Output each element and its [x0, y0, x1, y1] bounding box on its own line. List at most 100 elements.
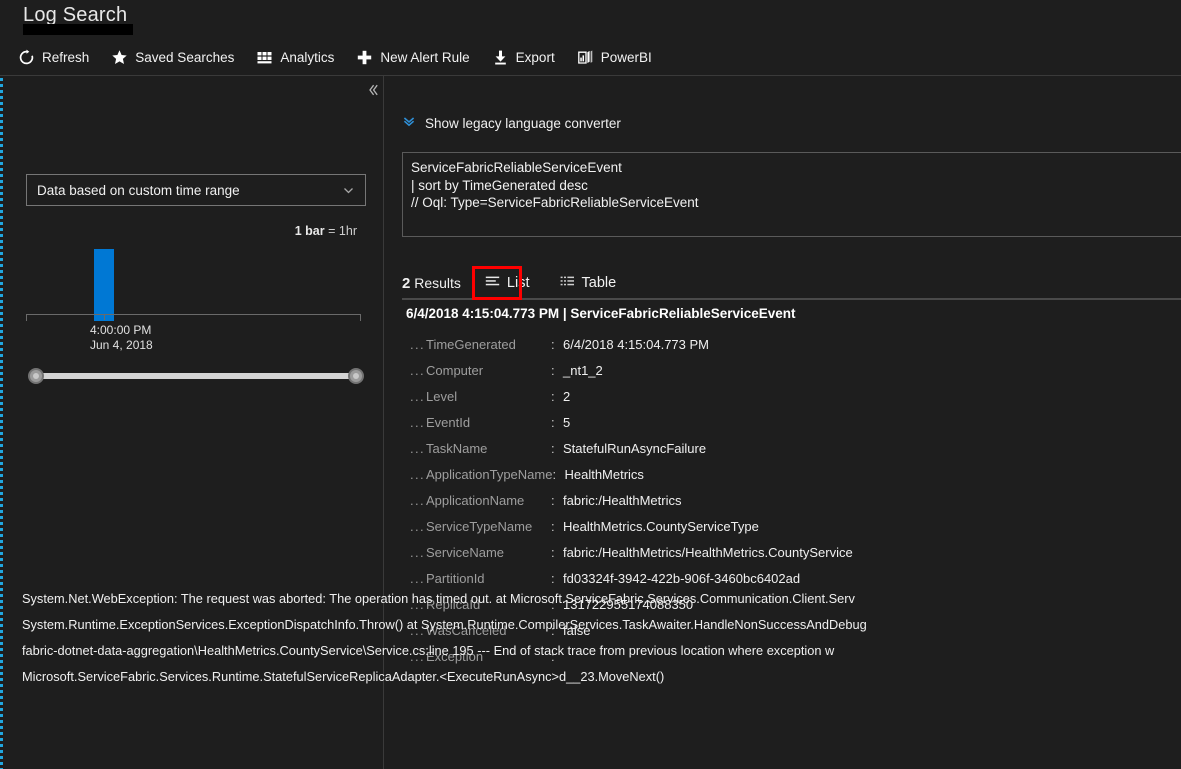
field-key: Level — [426, 388, 458, 404]
chevron-double-down-icon — [402, 114, 416, 133]
field-value: fabric:/HealthMetrics — [563, 492, 682, 508]
field-value: HealthMetrics — [564, 466, 644, 482]
results-toolbar: 2 Results List Table — [402, 268, 622, 298]
view-tab-list[interactable]: List — [479, 271, 536, 296]
time-range-select[interactable]: Data based on custom time range — [26, 174, 366, 206]
field-key: ApplicationTypeName — [426, 466, 553, 482]
field-menu-icon[interactable]: ... — [406, 415, 426, 430]
powerbi-button[interactable]: PowerBI — [577, 43, 652, 71]
page-title: Log Search — [23, 4, 128, 26]
field-menu-icon[interactable]: ... — [406, 493, 426, 508]
view-tab-table-label: Table — [581, 275, 617, 291]
field-key: EventId — [426, 414, 471, 430]
new-alert-rule-button[interactable]: New Alert Rule — [356, 43, 470, 71]
query-editor[interactable]: ServiceFabricReliableServiceEvent | sort… — [402, 152, 1181, 237]
field-colon: : — [551, 544, 555, 560]
saved-searches-label: Saved Searches — [135, 49, 235, 65]
slider-track[interactable] — [36, 373, 356, 379]
field-menu-icon[interactable]: ... — [406, 363, 426, 378]
field-key: ServiceTypeName — [426, 518, 533, 534]
field-value: 2 — [563, 388, 571, 404]
exception-line: System.Net.WebException: The request was… — [22, 591, 855, 606]
bar-unit-prefix: 1 bar — [294, 224, 325, 238]
field-row: ... TimeGenerated : 6/4/2018 4:15:04.773… — [406, 331, 1176, 357]
new-alert-rule-label: New Alert Rule — [380, 49, 470, 65]
time-histogram[interactable] — [26, 241, 366, 321]
log-search-window: Log Search Refresh Saved Searches Analyt… — [0, 0, 1181, 769]
field-colon: : — [552, 466, 557, 482]
results-divider — [402, 298, 1181, 300]
refresh-icon — [18, 49, 35, 66]
range-slider-handle-left[interactable] — [28, 368, 44, 384]
field-row: ... ApplicationName : fabric:/HealthMetr… — [406, 487, 1176, 513]
field-colon: : — [551, 388, 555, 404]
export-button[interactable]: Export — [492, 43, 555, 71]
axis-label: 4:00:00 PM Jun 4, 2018 — [90, 323, 153, 353]
field-value: 6/4/2018 4:15:04.773 PM — [563, 336, 710, 352]
analytics-icon — [256, 49, 273, 66]
histogram-bar[interactable] — [94, 249, 114, 321]
saved-searches-button[interactable]: Saved Searches — [111, 43, 234, 71]
refresh-button[interactable]: Refresh — [18, 43, 89, 71]
show-legacy-converter-label: Show legacy language converter — [425, 116, 621, 131]
export-label: Export — [515, 49, 555, 65]
field-value: fd03324f-3942-422b-906f-3460bc6402ad — [563, 570, 801, 586]
range-slider-handle-right[interactable] — [348, 368, 364, 384]
exception-stacktrace: System.Net.WebException: The request was… — [22, 586, 1181, 690]
axis-line — [27, 314, 360, 315]
header: Log Search Refresh Saved Searches Analyt… — [0, 0, 1181, 76]
analytics-label: Analytics — [280, 49, 335, 65]
view-tab-table[interactable]: Table — [554, 271, 623, 296]
plus-icon — [356, 49, 373, 66]
field-colon: : — [551, 518, 555, 534]
field-row: ... TaskName : StatefulRunAsyncFailure — [406, 435, 1176, 461]
query-line: | sort by TimeGenerated desc — [411, 177, 588, 193]
query-line: ServiceFabricReliableServiceEvent — [411, 160, 622, 175]
field-value: fabric:/HealthMetrics/HealthMetrics.Coun… — [563, 544, 853, 560]
powerbi-icon — [577, 49, 594, 66]
field-key: Computer — [426, 362, 484, 378]
field-key: ServiceName — [426, 544, 505, 560]
time-range-slider[interactable] — [28, 368, 364, 384]
field-key: TaskName — [426, 440, 488, 456]
exception-line: Microsoft.ServiceFabric.Services.Runtime… — [22, 669, 665, 684]
field-row: ... ApplicationTypeName : HealthMetrics — [406, 461, 1176, 487]
bar-unit-equals: = — [328, 224, 336, 238]
analytics-button[interactable]: Analytics — [256, 43, 334, 71]
field-colon: : — [551, 362, 555, 378]
field-row: ... Level : 2 — [406, 383, 1176, 409]
chevron-double-left-icon[interactable] — [366, 82, 380, 98]
field-key: ApplicationName — [426, 492, 525, 508]
field-value: _nt1_2 — [563, 362, 603, 378]
field-colon: : — [551, 414, 555, 430]
field-colon: : — [551, 440, 555, 456]
axis-tick — [104, 314, 105, 320]
view-tab-list-label: List — [506, 275, 530, 291]
field-value: HealthMetrics.CountyServiceType — [563, 518, 759, 534]
field-menu-icon[interactable]: ... — [406, 467, 426, 482]
bar-unit-value: 1hr — [338, 224, 357, 238]
field-menu-icon[interactable]: ... — [406, 389, 426, 404]
field-row: ... EventId : 5 — [406, 409, 1176, 435]
field-value: 5 — [563, 414, 571, 430]
redaction-bar — [23, 24, 133, 35]
field-menu-icon[interactable]: ... — [406, 571, 426, 586]
field-value: StatefulRunAsyncFailure — [563, 440, 707, 456]
field-menu-icon[interactable]: ... — [406, 337, 426, 352]
results-count-label: Results — [414, 274, 461, 291]
field-row: ... ServiceTypeName : HealthMetrics.Coun… — [406, 513, 1176, 539]
field-menu-icon[interactable]: ... — [406, 519, 426, 534]
table-icon — [560, 274, 575, 293]
download-icon — [492, 49, 509, 66]
show-legacy-converter-toggle[interactable]: Show legacy language converter — [402, 114, 621, 133]
field-menu-icon[interactable]: ... — [406, 441, 426, 456]
result-record-header: 6/4/2018 4:15:04.773 PM | ServiceFabricR… — [406, 306, 796, 321]
field-colon: : — [551, 336, 555, 352]
results-count-number: 2 — [402, 274, 411, 292]
chevron-down-icon — [342, 184, 355, 202]
field-colon: : — [551, 570, 555, 586]
axis-label-time: 4:00:00 PM — [90, 323, 152, 337]
field-menu-icon[interactable]: ... — [406, 545, 426, 560]
field-row: ... ServiceName : fabric:/HealthMetrics/… — [406, 539, 1176, 565]
pane-resize-handle[interactable] — [0, 72, 3, 769]
